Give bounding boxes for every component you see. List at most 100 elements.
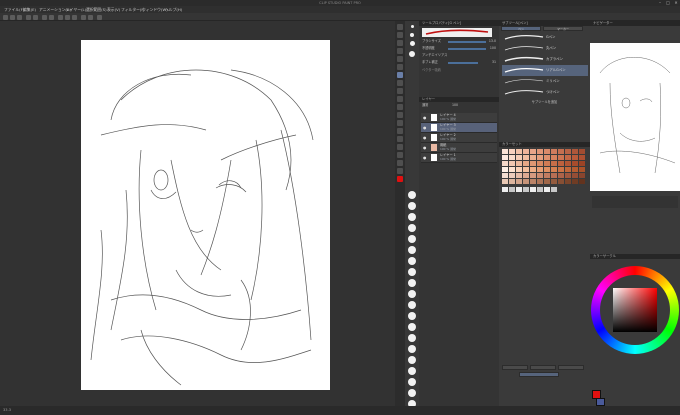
color-swatch[interactable] [558, 167, 564, 172]
menu-layer[interactable]: レイヤー(L) [66, 6, 86, 13]
blend-mode-select[interactable]: 通常 [422, 103, 428, 107]
property-row[interactable]: アンチエイリアス [422, 53, 496, 58]
brush-size-dot[interactable] [408, 323, 416, 331]
panel-button[interactable] [530, 365, 556, 370]
color-swatch[interactable] [502, 187, 508, 192]
color-swatch[interactable] [572, 161, 578, 166]
tab-marker[interactable]: マーカー [543, 26, 583, 31]
color-swatch[interactable] [544, 187, 550, 192]
drawing-canvas[interactable] [81, 40, 330, 390]
color-swatch[interactable] [523, 187, 529, 192]
eye-icon[interactable]: ● [423, 135, 426, 140]
brush-size-dot[interactable] [408, 356, 416, 364]
color-swatch[interactable] [544, 179, 550, 184]
color-swatch[interactable] [502, 179, 508, 184]
color-swatch[interactable] [502, 161, 508, 166]
panel-button[interactable] [558, 365, 584, 370]
color-swatch[interactable] [516, 155, 522, 160]
stabilization-slider[interactable] [448, 61, 478, 64]
menu-file[interactable]: ファイル(F) [4, 6, 24, 13]
brush-size-dot[interactable] [408, 312, 416, 320]
color-swatch[interactable] [516, 149, 522, 154]
zoom-tool-icon[interactable] [397, 24, 403, 30]
new-file-icon[interactable] [3, 14, 8, 20]
layer-row[interactable]: ● 用紙 100 % 通常 [421, 143, 497, 153]
layer-row[interactable]: ● レイヤー 3 100 % 通常 [421, 123, 497, 133]
color-swatch[interactable] [558, 155, 564, 160]
color-swatch[interactable] [565, 161, 571, 166]
snap-grid-icon[interactable] [88, 14, 93, 20]
color-swatch[interactable] [565, 149, 571, 154]
brush-size-dot[interactable] [408, 257, 416, 265]
color-swatch[interactable] [516, 161, 522, 166]
add-subtool-button[interactable]: サブツールを追加 [502, 100, 587, 105]
color-swatch[interactable] [502, 167, 508, 172]
color-swatch[interactable] [572, 167, 578, 172]
redo-icon[interactable] [33, 14, 38, 20]
brush-size-dot[interactable] [409, 41, 415, 46]
eyedropper-tool-icon[interactable] [397, 64, 403, 70]
color-swatch[interactable] [530, 155, 536, 160]
color-swatch[interactable] [551, 167, 557, 172]
sub-color-swatch[interactable] [596, 398, 605, 406]
menu-filter[interactable]: フィルター(I) [121, 6, 144, 13]
layer-row[interactable]: ● レイヤー 1 100 % 通常 [421, 153, 497, 163]
brush-size-dot[interactable] [410, 33, 414, 37]
color-swatch[interactable] [509, 167, 515, 172]
color-swatch[interactable] [530, 187, 536, 192]
color-swatch[interactable] [544, 161, 550, 166]
color-swatch[interactable] [544, 149, 550, 154]
opacity-slider[interactable] [448, 47, 486, 50]
fill-icon[interactable] [49, 14, 54, 20]
color-swatch[interactable] [523, 149, 529, 154]
color-swatch[interactable] [558, 173, 564, 178]
color-swatch[interactable] [565, 167, 571, 172]
panel-button[interactable] [519, 372, 559, 377]
brush-size-dot[interactable] [408, 202, 416, 210]
color-swatch[interactable] [516, 187, 522, 192]
eye-icon[interactable]: ● [423, 115, 426, 120]
brush-tool-icon[interactable] [397, 88, 403, 94]
color-swatch[interactable] [579, 167, 585, 172]
color-swatch[interactable] [516, 179, 522, 184]
color-swatch[interactable] [509, 161, 515, 166]
invert-selection-icon[interactable] [72, 14, 77, 20]
brush-size-dot[interactable] [408, 334, 416, 342]
selection-tool-icon[interactable] [397, 48, 403, 54]
brush-size-dot[interactable] [408, 224, 416, 232]
pencil-tool-icon[interactable] [397, 80, 403, 86]
color-swatch[interactable] [516, 167, 522, 172]
brush-size-dot[interactable] [408, 345, 416, 353]
fill-tool-icon[interactable] [397, 128, 403, 134]
color-swatch[interactable] [537, 167, 543, 172]
brush-size-dot[interactable] [408, 279, 416, 287]
color-swatch[interactable] [579, 179, 585, 184]
brush-item[interactable]: つけペン [502, 87, 588, 98]
color-swatch[interactable] [579, 155, 585, 160]
brush-size-dot[interactable] [408, 235, 416, 243]
gradient-tool-icon[interactable] [397, 136, 403, 142]
open-file-icon[interactable] [10, 14, 15, 20]
panel-button[interactable] [502, 365, 528, 370]
brush-size-slider[interactable] [448, 40, 486, 43]
layer-row[interactable]: ● レイヤー 4 100 % 通常 [421, 113, 497, 123]
menu-view[interactable]: 表示(V) [107, 6, 120, 13]
main-color-swatch[interactable] [397, 176, 403, 182]
pen-tool-icon[interactable] [397, 72, 403, 78]
eye-icon[interactable]: ● [423, 145, 426, 150]
color-swatch[interactable] [579, 173, 585, 178]
navigator-controls[interactable] [592, 196, 678, 208]
tab-pen[interactable]: ペン [501, 26, 541, 31]
color-swatch[interactable] [537, 179, 543, 184]
text-tool-icon[interactable] [397, 168, 403, 174]
brush-item[interactable]: ミリペン [502, 76, 588, 87]
brush-item[interactable]: 丸ペン [502, 43, 588, 54]
color-swatch[interactable] [530, 173, 536, 178]
brush-item[interactable]: カブラペン [502, 54, 588, 65]
color-swatch[interactable] [530, 161, 536, 166]
color-swatch[interactable] [537, 173, 543, 178]
color-swatch[interactable] [551, 155, 557, 160]
operation-tool-icon[interactable] [397, 40, 403, 46]
color-swatch[interactable] [537, 161, 543, 166]
color-swatch[interactable] [509, 173, 515, 178]
